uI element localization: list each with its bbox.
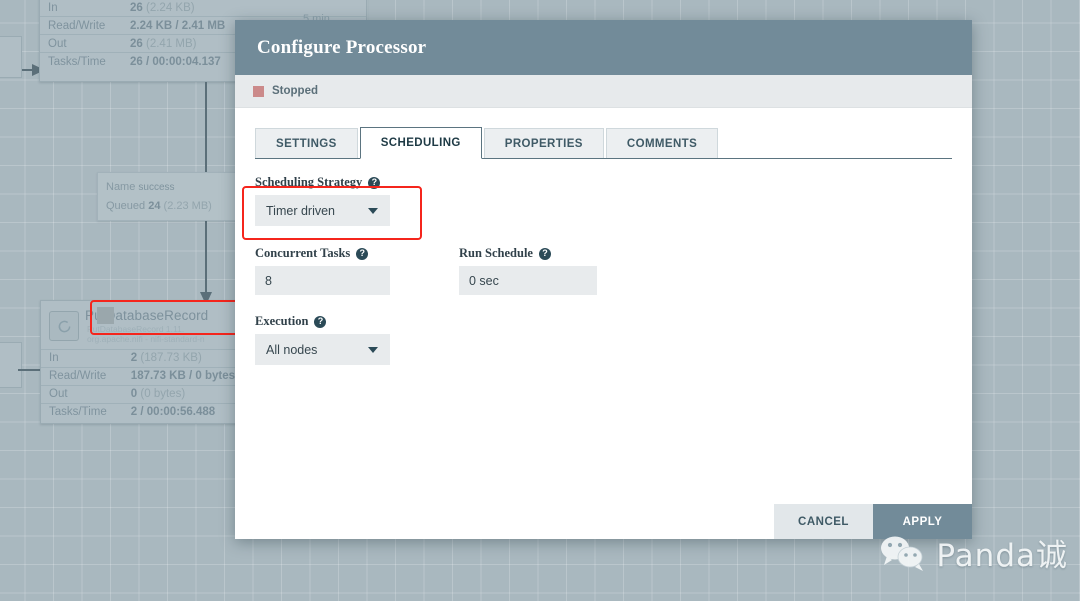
field-scheduling-strategy: Scheduling Strategy ? Timer driven	[255, 175, 952, 226]
connection-label[interactable]: Name success Queued 24 (2.23 MB)	[97, 172, 245, 222]
dialog-title: Configure Processor	[257, 36, 427, 58]
scheduling-strategy-value: Timer driven	[266, 203, 335, 218]
tab-comments[interactable]: COMMENTS	[605, 128, 719, 159]
wechat-icon	[881, 536, 924, 571]
chevron-down-icon	[368, 346, 378, 353]
processor-icon-pdr	[49, 311, 79, 342]
scheduling-strategy-label: Scheduling Strategy	[255, 175, 363, 189]
run-schedule-input[interactable]: 0 sec	[459, 266, 597, 295]
scheduling-strategy-select[interactable]: Timer driven	[255, 195, 390, 226]
dialog-footer: CANCEL APPLY	[235, 504, 972, 539]
help-icon[interactable]: ?	[356, 247, 369, 260]
concurrent-tasks-label: Concurrent Tasks	[255, 246, 351, 260]
connection-name-key: Name	[106, 181, 136, 193]
upstream-processor-stub	[0, 36, 22, 78]
processor-status-square	[97, 307, 114, 324]
field-execution: Execution ? All nodes	[255, 314, 952, 365]
processor-bundle-pdr: org.apache.nifi - nifi-standard-n	[87, 334, 205, 345]
stat-key: In	[40, 0, 126, 17]
concurrent-tasks-label-row: Concurrent Tasks ?	[255, 246, 459, 261]
stat-value-detail: (2.41 MB)	[146, 37, 197, 50]
stat-value-main: 26	[130, 37, 143, 50]
tab-properties[interactable]: PROPERTIES	[483, 128, 604, 159]
processor-stats-pdr: In 2 (187.73 KB) Read/Write 187.73 KB / …	[41, 348, 239, 421]
help-icon[interactable]: ?	[314, 315, 327, 328]
stat-value-main: 0	[130, 388, 138, 401]
stat-key: Tasks/Time	[41, 402, 127, 421]
field-concurrent-tasks: Concurrent Tasks ? 8	[255, 246, 459, 295]
stat-value: 2 (187.73 KB)	[126, 348, 239, 368]
connection-name-row: Name success	[106, 178, 236, 197]
dialog-tabs: SETTINGS SCHEDULING PROPERTIES COMMENTS	[255, 126, 952, 159]
stopped-status-icon	[253, 85, 264, 97]
stat-value-main: 26 / 00:00:04.137	[130, 55, 221, 68]
chevron-down-icon	[368, 207, 378, 214]
stat-key: Read/Write	[41, 366, 127, 386]
execution-select[interactable]: All nodes	[255, 334, 390, 365]
processor-version-pdr: PutDatabaseRecord 1.11.	[87, 323, 185, 334]
stat-value-detail: (187.73 KB)	[140, 352, 202, 365]
dialog-body: SETTINGS SCHEDULING PROPERTIES COMMENTS …	[235, 108, 972, 504]
execution-label: Execution	[255, 314, 309, 328]
status-label: Stopped	[272, 85, 318, 97]
dialog-header: Configure Processor	[235, 20, 972, 75]
stat-value: 2 / 00:00:56.488	[126, 402, 239, 421]
scheduling-form: Scheduling Strategy ? Timer driven Concu…	[242, 159, 952, 365]
stat-key: Out	[41, 384, 127, 404]
concurrent-tasks-input[interactable]: 8	[255, 266, 390, 295]
row-tasks-schedule: Concurrent Tasks ? 8 Run Schedule ? 0 se…	[255, 246, 952, 295]
stat-value-main: 26	[130, 1, 143, 14]
run-schedule-label-row: Run Schedule ?	[459, 246, 597, 261]
tab-settings[interactable]: SETTINGS	[255, 128, 358, 159]
downstream-processor-stub	[0, 342, 22, 388]
connection-queued-detail: (2.23 MB)	[163, 199, 212, 212]
stat-value-main: 2	[130, 352, 138, 365]
stat-value-main: 2 / 00:00:56.488	[130, 406, 216, 419]
run-schedule-label: Run Schedule	[459, 246, 533, 260]
connection-queued-value: 24	[148, 199, 161, 212]
refresh-circle-icon	[58, 320, 70, 333]
connection-queued-key: Queued	[106, 199, 146, 212]
cancel-button[interactable]: CANCEL	[774, 504, 873, 539]
processor-box-putdatabaserecord[interactable]: PutDatabaseRecord PutDatabaseRecord 1.11…	[40, 300, 240, 424]
processor-status-bar: Stopped	[235, 75, 972, 108]
stat-value-main: 187.73 KB / 0 bytes	[130, 370, 235, 383]
stat-value: 26 (2.24 KB)	[126, 0, 366, 17]
stat-key: In	[41, 348, 127, 368]
stat-row: Out 0 (0 bytes)	[41, 384, 239, 404]
stat-key: Out	[40, 34, 126, 53]
watermark-text: Panda诚	[936, 538, 1068, 574]
stat-key: Read/Write	[40, 16, 126, 35]
field-run-schedule: Run Schedule ? 0 sec	[459, 246, 597, 295]
stat-value-detail: (2.24 KB)	[146, 1, 195, 14]
stat-value: 187.73 KB / 0 bytes	[126, 366, 239, 386]
scheduling-strategy-label-row: Scheduling Strategy ?	[255, 175, 952, 190]
tab-scheduling[interactable]: SCHEDULING	[359, 127, 482, 159]
configure-processor-dialog[interactable]: Configure Processor Stopped SETTINGS SCH…	[235, 20, 972, 539]
stat-row: In 2 (187.73 KB)	[41, 348, 239, 368]
stat-row: Tasks/Time 2 / 00:00:56.488	[41, 402, 239, 421]
stat-value-detail: (0 bytes)	[140, 388, 186, 401]
help-icon[interactable]: ?	[538, 247, 551, 260]
stat-value-main: 2.24 KB / 2.41 MB	[130, 19, 226, 32]
help-icon[interactable]: ?	[368, 176, 381, 189]
connection-name-value: success	[138, 182, 175, 193]
execution-label-row: Execution ?	[255, 314, 952, 329]
stat-value: 0 (0 bytes)	[126, 384, 239, 404]
stat-key: Tasks/Time	[40, 52, 126, 70]
connection-queued-row: Queued 24 (2.23 MB)	[106, 197, 236, 216]
stat-row: Read/Write 187.73 KB / 0 bytes	[41, 366, 239, 386]
processor-header-pdr: PutDatabaseRecord PutDatabaseRecord 1.11…	[41, 301, 239, 347]
watermark: Panda诚	[879, 530, 1068, 575]
execution-value: All nodes	[266, 342, 318, 357]
